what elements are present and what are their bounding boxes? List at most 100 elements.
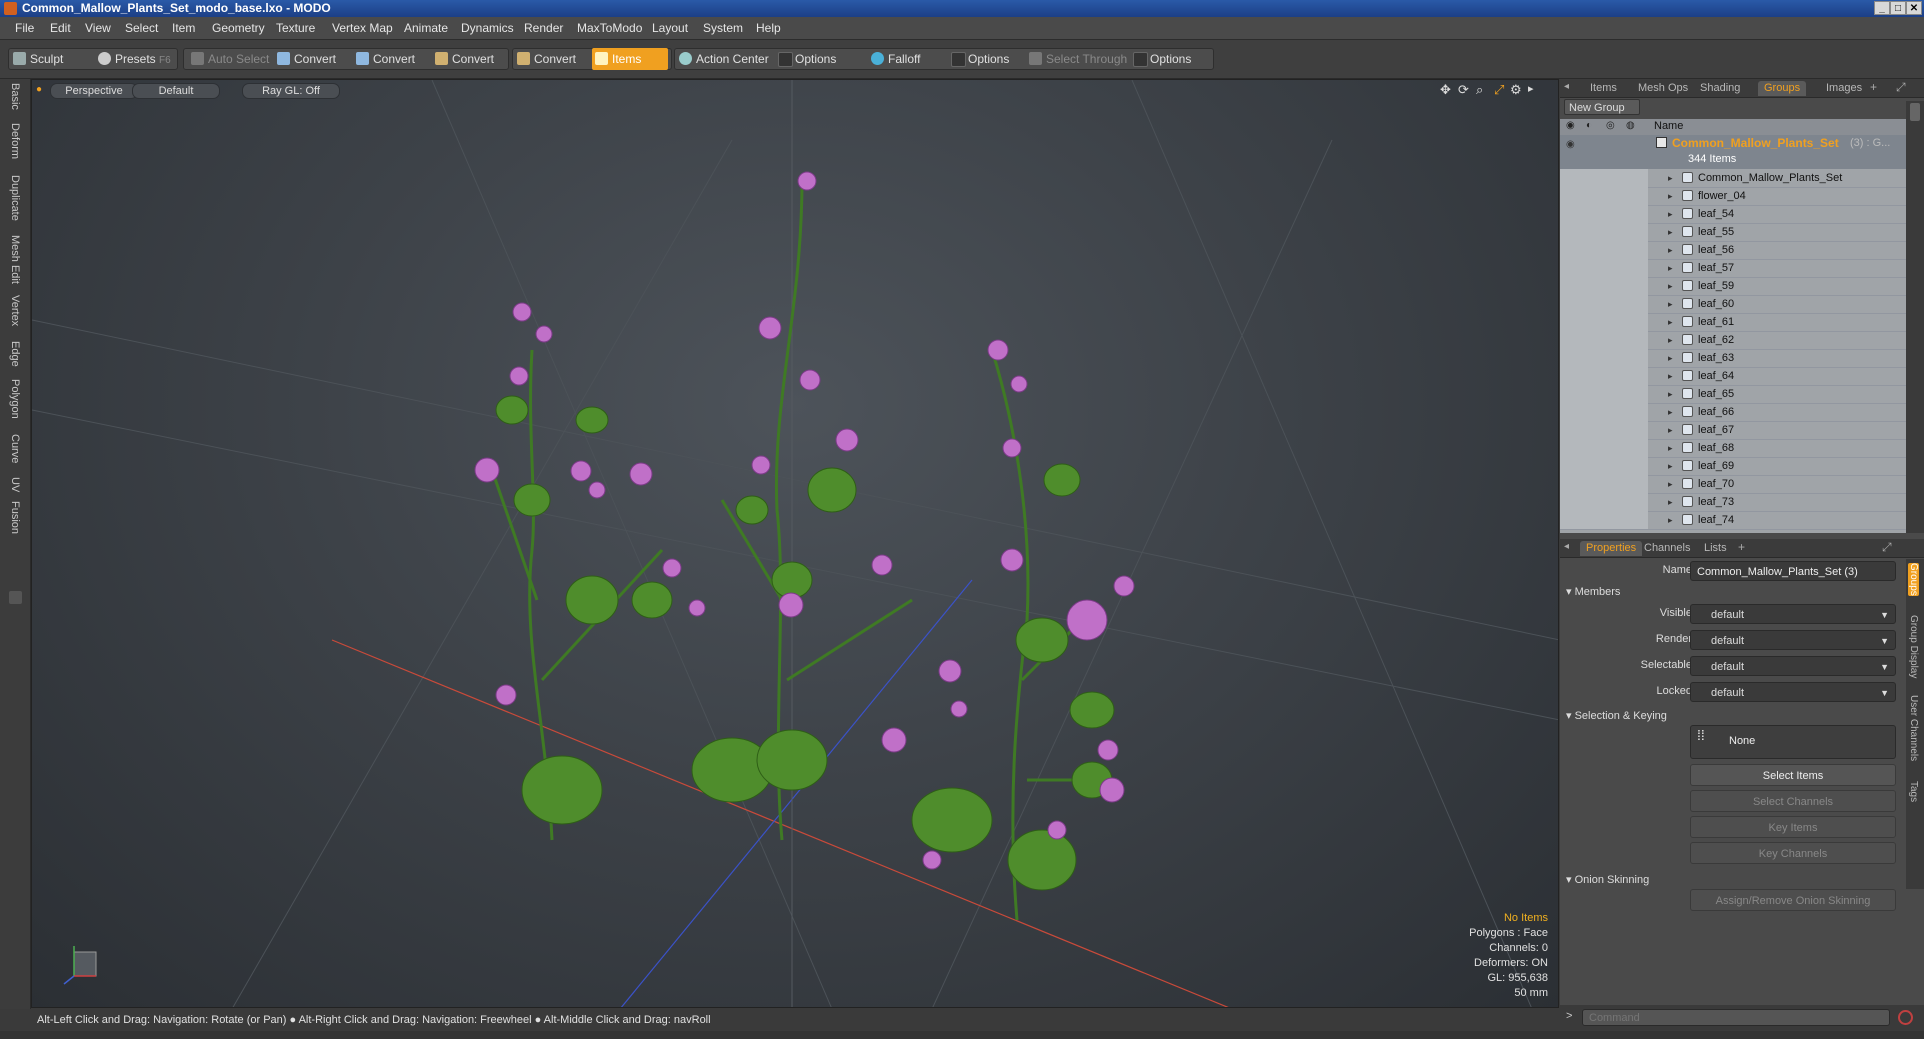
record-icon[interactable] (1898, 1010, 1913, 1025)
menu-view[interactable]: View (85, 21, 111, 35)
group-member-row[interactable]: ▸ leaf_59 (1560, 277, 1906, 296)
group-member-row[interactable]: ▸ leaf_67 (1560, 421, 1906, 440)
panel-toggle-icon[interactable] (9, 591, 22, 604)
tab-curve[interactable]: Curve (6, 434, 24, 463)
auto-select-button[interactable]: Auto Select (188, 48, 270, 70)
visible-dropdown[interactable]: default ▼ (1690, 604, 1896, 624)
scrollbar-thumb[interactable] (1910, 103, 1920, 121)
group-member-row[interactable]: ▸ Common_Mallow_Plants_Set (1560, 169, 1906, 188)
tab-mesh-edit[interactable]: Mesh Edit (6, 235, 24, 284)
expand-arrow-icon[interactable]: ▸ (1668, 313, 1673, 331)
group-member-row[interactable]: ▸ flower_04 (1560, 187, 1906, 206)
expand-arrow-icon[interactable]: ▸ (1668, 511, 1673, 529)
row-toggle-cols[interactable] (1560, 403, 1648, 421)
row-toggle-cols[interactable] (1560, 313, 1648, 331)
expand-arrow-icon[interactable]: ▸ (1668, 223, 1673, 241)
expand-panel-icon[interactable]: ⤢ (1896, 80, 1906, 95)
expand-arrow-icon[interactable]: ▸ (1668, 241, 1673, 259)
row-toggle-cols[interactable] (1560, 241, 1648, 259)
tab-items[interactable]: Items (1584, 81, 1623, 96)
row-toggle-cols[interactable] (1560, 295, 1648, 313)
group-member-row[interactable]: ▸ leaf_56 (1560, 241, 1906, 260)
select-col-icon[interactable]: ◍ (1626, 120, 1635, 131)
falloff-button[interactable]: Falloff (868, 48, 948, 70)
tab-shading[interactable]: Shading (1694, 81, 1746, 96)
row-toggle-cols[interactable] (1560, 187, 1648, 205)
tab-lists[interactable]: Lists (1698, 541, 1733, 556)
group-member-row[interactable]: ▸ leaf_64 (1560, 367, 1906, 386)
expand-arrow-icon[interactable]: ▸ (1668, 457, 1673, 475)
tab-edge[interactable]: Edge (6, 341, 24, 367)
menu-layout[interactable]: Layout (652, 21, 688, 35)
new-group-button[interactable]: New Group (1564, 99, 1640, 115)
row-toggle-cols[interactable] (1560, 169, 1648, 187)
expand-arrow-icon[interactable]: ▸ (1668, 259, 1673, 277)
expand-arrow-icon[interactable]: ▸ (1668, 331, 1673, 349)
tab-images[interactable]: Images (1820, 81, 1868, 96)
row-toggle-cols[interactable] (1560, 259, 1648, 277)
action-center-button[interactable]: Action Center (676, 48, 772, 70)
menu-vertex-map[interactable]: Vertex Map (332, 21, 393, 35)
row-toggle-cols[interactable] (1560, 457, 1648, 475)
expand-arrow-icon[interactable]: ▸ (1668, 367, 1673, 385)
convert-edges-button[interactable]: Convert (353, 48, 423, 70)
minimize-button[interactable]: _ (1874, 1, 1890, 15)
items-mode-button[interactable]: Items (592, 48, 668, 70)
group-member-row[interactable]: ▸ leaf_60 (1560, 295, 1906, 314)
menu-maxtomodo[interactable]: MaxToModo (577, 21, 642, 35)
tab-channels[interactable]: Channels (1638, 541, 1696, 556)
tab-polygon[interactable]: Polygon (6, 379, 24, 419)
menu-geometry[interactable]: Geometry (212, 21, 265, 35)
group-member-row[interactable]: ▸ leaf_57 (1560, 259, 1906, 278)
group-member-row[interactable]: ▸ leaf_74 (1560, 511, 1906, 530)
row-toggle-cols[interactable] (1560, 331, 1648, 349)
add-tab-icon[interactable]: + (1870, 80, 1877, 94)
selection-preset-picker[interactable]: ⁞⁞ None (1690, 725, 1896, 759)
visibility-eye-icon[interactable]: ◉ (1566, 139, 1575, 150)
row-toggle-cols[interactable] (1560, 223, 1648, 241)
group-member-row[interactable]: ▸ leaf_68 (1560, 439, 1906, 458)
menu-help[interactable]: Help (756, 21, 781, 35)
tab-uv[interactable]: UV (6, 477, 24, 492)
convert-vertices-button[interactable]: Convert (274, 48, 344, 70)
row-toggle-cols[interactable] (1560, 367, 1648, 385)
tab-deform[interactable]: Deform (6, 123, 24, 159)
menu-file[interactable]: File (15, 21, 34, 35)
row-toggle-cols[interactable] (1560, 277, 1648, 295)
group-member-row[interactable]: ▸ leaf_66 (1560, 403, 1906, 422)
vtab-group-display[interactable]: Group Display (1908, 615, 1919, 678)
expand-arrow-icon[interactable]: ▸ (1668, 205, 1673, 223)
menu-dynamics[interactable]: Dynamics (461, 21, 514, 35)
convert-polygons-button[interactable]: Convert (432, 48, 502, 70)
tab-vertex[interactable]: Vertex (6, 295, 24, 326)
group-member-row[interactable]: ▸ leaf_73 (1560, 493, 1906, 512)
assign-onion-skinning-button[interactable]: Assign/Remove Onion Skinning (1690, 889, 1896, 911)
members-section[interactable]: ▾ Members (1566, 585, 1620, 598)
row-toggle-cols[interactable] (1560, 439, 1648, 457)
key-items-button[interactable]: Key Items (1690, 816, 1896, 838)
tab-groups[interactable]: Groups (1758, 81, 1807, 96)
locked-dropdown[interactable]: default ▼ (1690, 682, 1896, 702)
3d-viewport[interactable]: ● Perspective Default Ray GL: Off ✥ ⟳ ⌕ … (31, 79, 1559, 1008)
group-member-row[interactable]: ▸ leaf_70 (1560, 475, 1906, 494)
expand-arrow-icon[interactable]: ▸ (1668, 349, 1673, 367)
panel-menu-icon[interactable]: ◂ (1564, 541, 1569, 552)
presets-button[interactable]: Presets F6 (95, 48, 175, 70)
menu-select[interactable]: Select (125, 21, 158, 35)
group-row[interactable]: ◉ Common_Mallow_Plants_Set (3) : G... 34… (1560, 135, 1906, 169)
row-toggle-cols[interactable] (1560, 349, 1648, 367)
sculpt-button[interactable]: Sculpt (10, 48, 90, 70)
select-through-button[interactable]: Select Through (1026, 48, 1132, 70)
expand-arrow-icon[interactable]: ▸ (1668, 421, 1673, 439)
select-items-button[interactable]: Select Items (1690, 764, 1896, 786)
tab-mesh-ops[interactable]: Mesh Ops (1632, 81, 1694, 96)
group-name-field[interactable]: Common_Mallow_Plants_Set (3) (1690, 561, 1896, 581)
close-button[interactable]: ✕ (1906, 1, 1922, 15)
group-member-row[interactable]: ▸ leaf_55 (1560, 223, 1906, 242)
expand-arrow-icon[interactable]: ▸ (1668, 169, 1673, 187)
group-member-row[interactable]: ▸ leaf_54 (1560, 205, 1906, 224)
row-toggle-cols[interactable] (1560, 205, 1648, 223)
expand-arrow-icon[interactable]: ▸ (1668, 385, 1673, 403)
vtab-groups[interactable]: Groups (1908, 563, 1919, 596)
falloff-options-button[interactable]: Options (948, 48, 1028, 70)
